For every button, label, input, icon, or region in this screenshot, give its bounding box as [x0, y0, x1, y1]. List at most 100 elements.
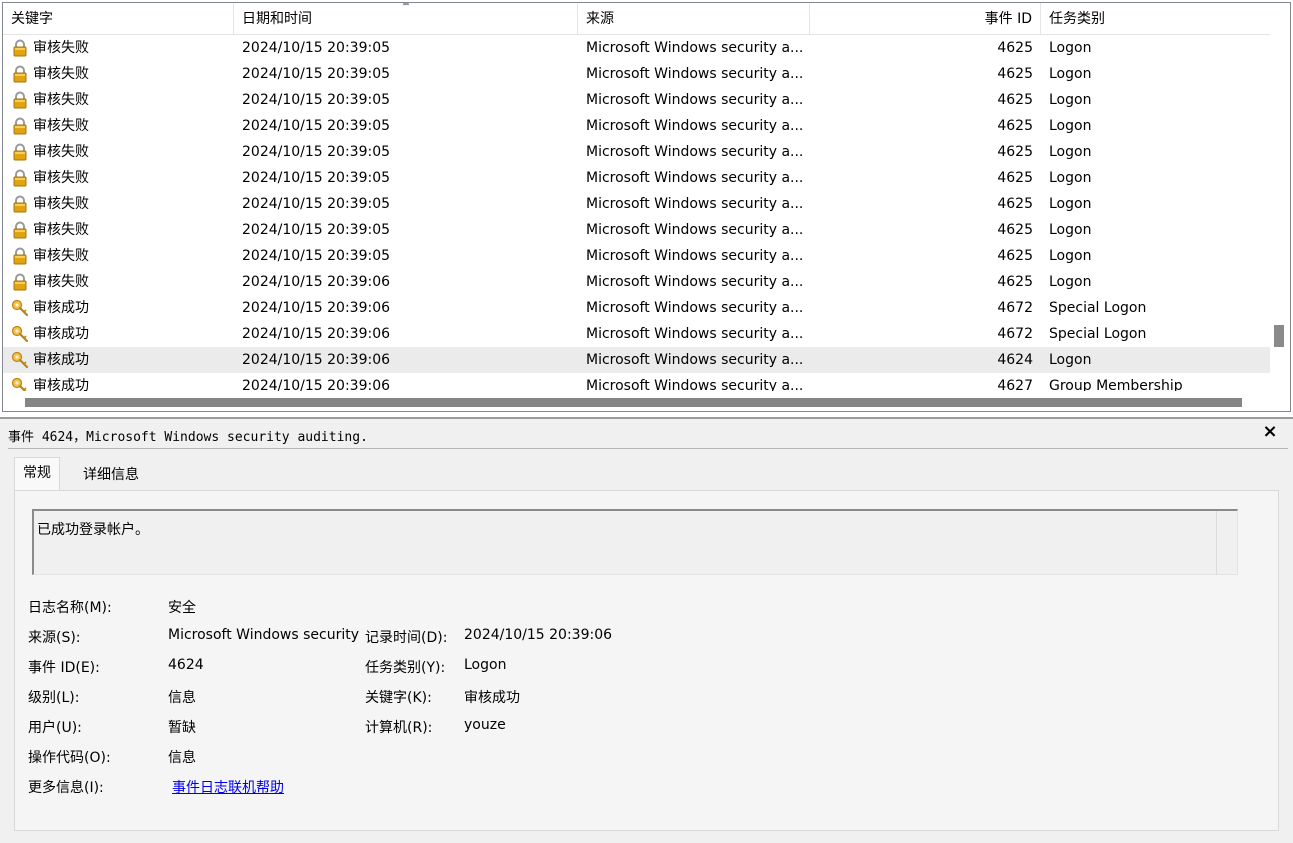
- row-keyword-text: 审核成功: [33, 300, 89, 316]
- row-event-id: 4627: [997, 378, 1033, 391]
- lock-icon: [11, 117, 29, 135]
- event-row[interactable]: 审核失败 2024/10/15 20:39:05 Microsoft Windows…: [3, 243, 1271, 269]
- event-description: 已成功登录帐户。: [37, 522, 149, 538]
- row-datetime: 2024/10/15 20:39:05: [242, 66, 391, 82]
- row-keyword: 审核失败: [11, 217, 231, 243]
- row-keyword: 审核失败: [11, 243, 231, 269]
- key-icon: [11, 299, 29, 317]
- row-event-id: 4624: [997, 352, 1033, 368]
- event-row[interactable]: 审核失败 2024/10/15 20:39:05 Microsoft Windows…: [3, 113, 1271, 139]
- close-icon[interactable]: ×: [1261, 423, 1279, 441]
- horizontal-scroll-thumb[interactable]: [25, 398, 1242, 407]
- row-keyword: 审核成功: [11, 321, 231, 347]
- event-row[interactable]: 审核失败 2024/10/15 20:39:05 Microsoft Windows…: [3, 35, 1271, 61]
- event-row[interactable]: 审核失败 2024/10/15 20:39:05 Microsoft Windows…: [3, 61, 1271, 87]
- row-datetime: 2024/10/15 20:39:05: [242, 170, 391, 186]
- lock-icon: [11, 221, 29, 239]
- row-task-category: Logon: [1049, 66, 1092, 82]
- label-logged: 记录时间(D):: [365, 630, 448, 646]
- row-keyword-text: 审核失败: [33, 144, 89, 160]
- row-task-category: Logon: [1049, 222, 1092, 238]
- row-source: Microsoft Windows security a...: [586, 118, 804, 134]
- row-datetime: 2024/10/15 20:39:05: [242, 222, 391, 238]
- event-log-online-help-link[interactable]: 事件日志联机帮助: [172, 777, 284, 797]
- row-task-category: Logon: [1049, 144, 1092, 160]
- row-task-category: Special Logon: [1049, 326, 1147, 342]
- row-keyword-text: 审核失败: [33, 92, 89, 108]
- list-header: 关键字 日期和时间 来源 事件 ID 任务类别 ▲: [3, 3, 1271, 35]
- row-datetime: 2024/10/15 20:39:05: [242, 118, 391, 134]
- value-source: Microsoft Windows security: [168, 627, 360, 643]
- row-event-id: 4625: [997, 40, 1033, 56]
- key-icon: [11, 351, 29, 369]
- event-row[interactable]: 审核失败 2024/10/15 20:39:05 Microsoft Windows…: [3, 165, 1271, 191]
- row-keyword-text: 审核失败: [33, 222, 89, 238]
- lock-icon: [11, 91, 29, 109]
- column-header-task-category[interactable]: 任务类别: [1041, 3, 1271, 35]
- event-row[interactable]: 审核失败 2024/10/15 20:39:05 Microsoft Windows…: [3, 139, 1271, 165]
- row-keyword-text: 审核失败: [33, 118, 89, 134]
- vertical-scroll-thumb[interactable]: [1274, 325, 1284, 347]
- value-event-id: 4624: [168, 657, 204, 673]
- value-computer: youze: [464, 717, 506, 733]
- row-keyword: 审核成功: [11, 295, 231, 321]
- tab-general[interactable]: 常规: [14, 457, 60, 491]
- column-header-datetime[interactable]: 日期和时间: [234, 3, 578, 35]
- value-opcode: 信息: [168, 750, 196, 766]
- detail-title: 事件 4624，Microsoft Windows security audit…: [8, 430, 368, 445]
- column-header-event-id[interactable]: 事件 ID: [810, 3, 1041, 35]
- row-event-id: 4625: [997, 118, 1033, 134]
- event-row[interactable]: 审核成功 2024/10/15 20:39:06 Microsoft Windows…: [3, 295, 1271, 321]
- label-user: 用户(U):: [28, 720, 82, 736]
- column-header-source[interactable]: 来源: [578, 3, 810, 35]
- column-header-keyword[interactable]: 关键字: [3, 3, 234, 35]
- row-keyword-text: 审核失败: [33, 170, 89, 186]
- event-detail-pane: 事件 4624，Microsoft Windows security audit…: [0, 417, 1293, 843]
- row-event-id: 4672: [997, 300, 1033, 316]
- label-keywords: 关键字(K):: [365, 690, 432, 706]
- event-list[interactable]: 关键字 日期和时间 来源 事件 ID 任务类别 ▲ 审核失败 2024/10/15…: [2, 2, 1291, 412]
- row-task-category: Logon: [1049, 248, 1092, 264]
- event-row[interactable]: 审核成功 2024/10/15 20:39:06 Microsoft Windows…: [3, 321, 1271, 347]
- row-source: Microsoft Windows security a...: [586, 326, 804, 342]
- horizontal-scrollbar[interactable]: [3, 393, 1271, 411]
- row-keyword-text: 审核失败: [33, 66, 89, 82]
- row-task-category: Logon: [1049, 170, 1092, 186]
- description-scroll-divider: [1216, 511, 1217, 575]
- label-source: 来源(S):: [28, 630, 81, 646]
- event-row[interactable]: 审核失败 2024/10/15 20:39:05 Microsoft Windows…: [3, 191, 1271, 217]
- lock-icon: [11, 273, 29, 291]
- row-keyword: 审核失败: [11, 191, 231, 217]
- vertical-scrollbar[interactable]: [1270, 3, 1290, 393]
- row-task-category: Logon: [1049, 92, 1092, 108]
- label-opcode: 操作代码(O):: [28, 750, 111, 766]
- event-row[interactable]: 审核失败 2024/10/15 20:39:05 Microsoft Windows…: [3, 217, 1271, 243]
- tab-details[interactable]: 详细信息: [76, 461, 146, 489]
- lock-icon: [11, 143, 29, 161]
- value-logged: 2024/10/15 20:39:06: [464, 627, 613, 643]
- event-row[interactable]: 审核成功 2024/10/15 20:39:06 Microsoft Windows…: [3, 373, 1271, 391]
- lock-icon: [11, 169, 29, 187]
- row-keyword-text: 审核失败: [33, 274, 89, 290]
- row-datetime: 2024/10/15 20:39:06: [242, 378, 391, 391]
- lock-icon: [11, 39, 29, 57]
- label-computer: 计算机(R):: [365, 720, 433, 736]
- event-row[interactable]: 审核失败 2024/10/15 20:39:05 Microsoft Windows…: [3, 87, 1271, 113]
- event-row[interactable]: 审核成功 2024/10/15 20:39:06 Microsoft Windows…: [3, 347, 1271, 373]
- row-keyword: 审核失败: [11, 139, 231, 165]
- row-datetime: 2024/10/15 20:39:06: [242, 326, 391, 342]
- row-keyword: 审核失败: [11, 61, 231, 87]
- row-source: Microsoft Windows security a...: [586, 92, 804, 108]
- row-datetime: 2024/10/15 20:39:05: [242, 40, 391, 56]
- event-description-box[interactable]: 已成功登录帐户。: [32, 509, 1238, 575]
- lock-icon: [11, 247, 29, 265]
- row-task-category: Special Logon: [1049, 300, 1147, 316]
- row-task-category: Logon: [1049, 274, 1092, 290]
- row-keyword-text: 审核失败: [33, 248, 89, 264]
- label-event-id: 事件 ID(E):: [28, 660, 100, 676]
- lock-icon: [11, 65, 29, 83]
- row-task-category: Logon: [1049, 118, 1092, 134]
- row-event-id: 4625: [997, 248, 1033, 264]
- event-row[interactable]: 审核失败 2024/10/15 20:39:06 Microsoft Windows…: [3, 269, 1271, 295]
- row-event-id: 4625: [997, 92, 1033, 108]
